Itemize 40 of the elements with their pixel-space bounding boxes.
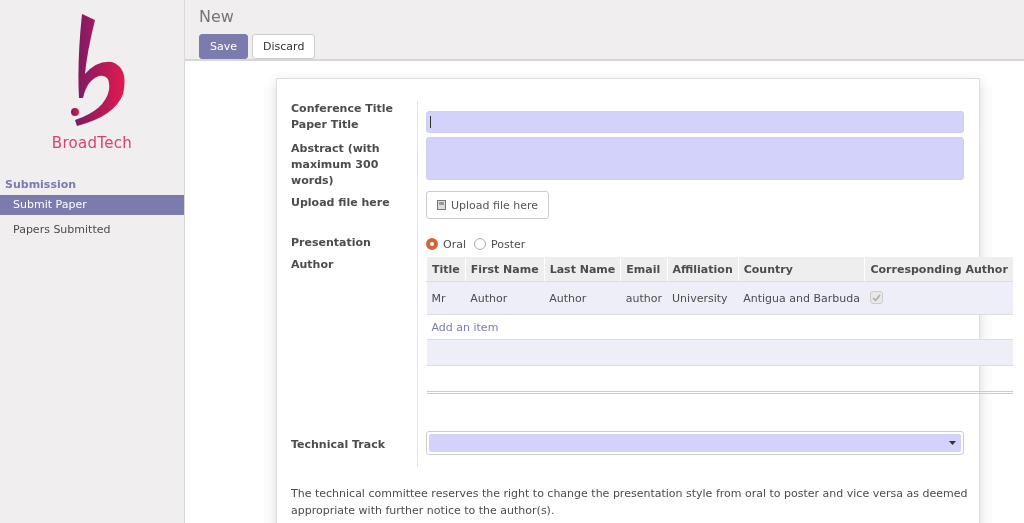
field-label: Paper Title <box>291 118 359 131</box>
brand-name: BroadTech <box>51 134 133 152</box>
file-icon <box>437 200 446 210</box>
text-area[interactable] <box>426 137 964 180</box>
page-title: New <box>199 6 235 27</box>
dropdown-field[interactable] <box>426 431 964 455</box>
field-label: Author <box>291 258 334 271</box>
add-item-link[interactable]: Add an item <box>431 320 499 334</box>
checkbox[interactable] <box>869 291 883 305</box>
field-label: Presentation <box>291 236 371 249</box>
radio-label: Poster <box>491 237 526 251</box>
save-button[interactable]: Save <box>199 34 248 59</box>
radio-label: Oral <box>443 237 466 251</box>
section-heading: Submission <box>5 178 78 191</box>
notice-text: The technical committee reserves the right to change the presentation style from oral to poster and vice versa as deemed appropriate with further notice to the author(s). <box>291 486 969 519</box>
input-field[interactable] <box>426 111 964 133</box>
column-header: Affiliation <box>667 257 739 282</box>
field-label: Abstract (with maximum 300 words) <box>291 142 380 187</box>
table-cell: University <box>667 281 739 315</box>
column-header: First Name <box>465 257 545 282</box>
table-cell: author <box>620 281 668 315</box>
column-header: Corresponding Author <box>864 257 1013 282</box>
sidebar-item[interactable]: Papers Submitted <box>0 220 184 240</box>
table-cell: Author <box>465 281 545 315</box>
upload-button[interactable]: Upload file here <box>426 191 550 219</box>
sidebar-item[interactable]: Submit Paper <box>0 195 184 215</box>
radio-button[interactable] <box>426 238 438 250</box>
column-header: Country <box>738 257 865 282</box>
field-label: Technical Track <box>291 438 385 451</box>
caret-icon <box>949 441 956 445</box>
column-header: Last Name <box>544 257 621 282</box>
column-header: Title <box>426 257 466 282</box>
field-label: Upload file here <box>291 196 390 209</box>
column-header: Email <box>620 257 668 282</box>
radio-button[interactable] <box>474 238 486 250</box>
field-label: Conference Title <box>291 102 393 115</box>
table-cell: Antigua and Barbuda <box>738 281 865 315</box>
discard-button[interactable]: Discard <box>252 34 316 59</box>
table-cell: Mr <box>426 281 466 315</box>
table-cell: Author <box>544 281 621 315</box>
